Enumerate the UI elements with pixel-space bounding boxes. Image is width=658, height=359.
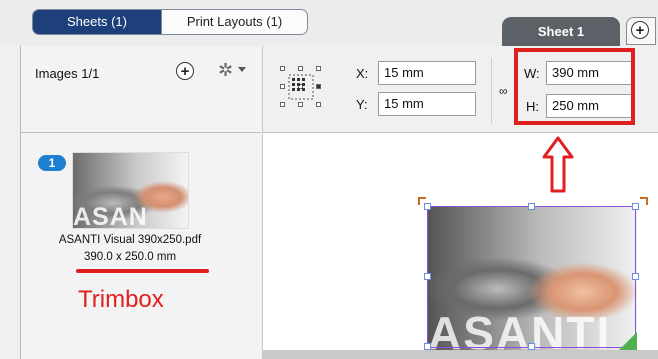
tab-print-layouts[interactable]: Print Layouts (1) [161,10,307,34]
trimbox-annotation: Trimbox [78,286,164,313]
thumbnail-watermark: ASAN [73,203,148,229]
anchor-point-icon[interactable] [280,66,322,108]
tab-sheet-1[interactable]: Sheet 1 [502,17,620,46]
x-position-field[interactable]: 15 mm [378,61,476,85]
trim-mark-top-left [418,197,426,205]
size-highlight-annotation [514,48,635,125]
resize-handle-left[interactable] [424,273,431,280]
resize-handle-bottom[interactable] [528,343,535,350]
view-switcher: Sheets (1) Print Layouts (1) [32,9,308,35]
image-filename: ASANTI Visual 390x250.pdf [58,234,202,246]
gear-icon[interactable]: ✲ [218,60,233,81]
annotation-underline [76,269,209,273]
image-count-badge: 1 [38,155,66,171]
link-proportions-icon[interactable]: ∞ [499,84,508,98]
resize-handle-top[interactable] [528,203,535,210]
properties-separator [491,58,492,124]
trim-mark-top-right [640,197,648,205]
resize-handle-top-right[interactable] [632,203,639,210]
resize-handle-bottom-left[interactable] [424,343,431,350]
y-position-field[interactable]: 15 mm [378,92,476,116]
anchor-grid-icon [288,74,314,100]
page-corner-marker [619,332,637,350]
up-arrow-annotation [542,136,574,193]
chevron-down-icon[interactable] [238,67,246,72]
x-label: X: [356,66,369,81]
tab-sheets[interactable]: Sheets (1) [33,10,161,34]
add-sheet-tab-button[interactable]: + [626,17,656,45]
image-thumbnail[interactable]: ASAN [72,152,189,229]
add-image-button[interactable]: + [176,62,194,80]
plus-icon: + [631,21,649,39]
images-count-label: Images 1/1 [35,66,100,81]
y-label: Y: [356,97,368,112]
selection-frame [427,206,636,348]
image-dimensions: 390.0 x 250.0 mm [83,251,177,263]
canvas-scroll-area [263,350,658,359]
resize-handle-right[interactable] [632,273,639,280]
images-panel-header: Images 1/1 + ✲ [20,46,261,133]
